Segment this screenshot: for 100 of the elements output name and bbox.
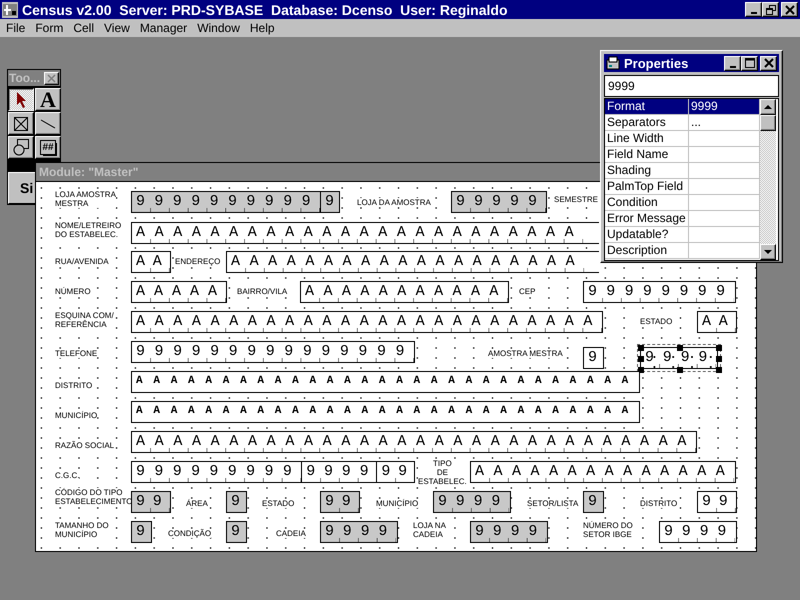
format-field[interactable]: AAAAAAAAAAAAAAAAAAAAAAAAAAAAAA <box>131 431 697 453</box>
minimize-icon <box>750 12 756 14</box>
text-tool[interactable]: A <box>35 88 61 111</box>
format-field[interactable]: 99999999 <box>583 281 736 303</box>
field-label: MUNICÍPIO <box>55 411 98 420</box>
close-icon <box>764 58 774 68</box>
format-field[interactable]: 9999 <box>659 521 737 543</box>
property-name[interactable]: Updatable? <box>605 227 689 243</box>
field-label: NÚMERO DO SETOR IBGE <box>583 521 633 539</box>
field-label: AMOSTRA MESTRA <box>488 349 563 358</box>
property-name[interactable]: Description <box>605 243 689 259</box>
field-label: DISTRITO <box>640 499 678 508</box>
field-label: RUA/AVENIDA <box>55 257 109 266</box>
minimize-button[interactable] <box>724 56 741 70</box>
format-field[interactable]: 9999 <box>433 491 511 513</box>
sizes-button[interactable]: Si <box>8 172 36 204</box>
format-field[interactable]: 9999 <box>470 521 548 543</box>
format-field[interactable]: 9 <box>226 491 247 513</box>
format-field[interactable]: AA <box>131 251 171 273</box>
field-label: CADEIA <box>276 529 306 538</box>
maximize-button[interactable] <box>741 56 758 70</box>
line-tool[interactable] <box>35 112 61 135</box>
selection-handle[interactable] <box>677 345 683 351</box>
property-value[interactable]: 9999 <box>689 99 760 115</box>
number-tool[interactable]: ## <box>35 136 61 159</box>
menu-item[interactable]: Cell <box>68 21 100 35</box>
format-field[interactable]: AAAAA <box>131 281 227 303</box>
window-title: Census v2.00 Server: PRD-SYBASE Database: Dcenso User: Reginaldo <box>22 2 508 18</box>
format-field[interactable]: AAAAAAAAAAAAAAAAAAAAAAAAAAAAA <box>131 401 640 423</box>
close-icon <box>784 4 794 14</box>
menu-item[interactable]: File <box>1 21 30 35</box>
format-field[interactable]: AAAAAAAAAAAAAAAAAAAAAAAAAAAAA <box>131 371 640 393</box>
field-label: ESTADO <box>640 317 672 326</box>
format-field[interactable]: 9 <box>583 347 604 369</box>
menu-item[interactable]: Help <box>244 21 280 35</box>
restore-button[interactable] <box>762 2 779 17</box>
format-field[interactable]: AAAAAAAAAAAAAAAAAAAAAAAA <box>131 222 599 244</box>
field-label: NOME/LETREIRO DO ESTABELEC. <box>55 221 122 239</box>
menu-item[interactable]: View <box>99 21 135 35</box>
scroll-thumb[interactable] <box>760 115 776 131</box>
close-button[interactable] <box>781 2 798 17</box>
menu-item[interactable]: Form <box>30 21 68 35</box>
field-label: SETOR/LISTA <box>527 499 578 508</box>
format-field[interactable]: AAAAAAAAAAAAAAAAAAAAAAAAA <box>131 311 603 333</box>
close-button[interactable] <box>44 72 59 84</box>
value-field[interactable]: 9999 <box>604 75 779 97</box>
property-name[interactable]: Shading <box>605 163 689 179</box>
field-label: DISTRITO <box>55 381 92 390</box>
field-label: TELEFONE <box>55 349 98 358</box>
field-label: ÁREA <box>186 499 208 508</box>
property-name[interactable]: PalmTop Field <box>605 179 689 195</box>
field-label: LOJA NA CADEIA <box>413 521 446 539</box>
property-name[interactable]: Line Width <box>605 131 689 147</box>
format-field[interactable]: 999999999999999 <box>131 341 415 363</box>
scroll-down-button[interactable] <box>760 244 776 260</box>
frame-tool[interactable] <box>8 112 34 135</box>
menu-item[interactable]: Window <box>192 21 245 35</box>
field-label: LOJA AMOSTRA MESTRA <box>55 190 116 208</box>
property-name[interactable]: Format <box>605 99 689 115</box>
format-field[interactable]: 99999 <box>451 191 547 213</box>
shapes-tool[interactable] <box>8 136 34 159</box>
menu-item[interactable]: Manager <box>134 21 192 35</box>
format-field[interactable]: 9 <box>226 521 247 543</box>
field-label: TAMANHO DO MUNICÍPIO <box>55 521 109 539</box>
shapes-icon <box>13 139 29 156</box>
field-label: CEP <box>519 287 536 296</box>
format-field[interactable]: AAAAAAAAAAA <box>300 281 509 303</box>
minimize-icon <box>730 66 736 68</box>
up-arrow-icon <box>764 104 772 110</box>
selection-handle[interactable] <box>677 367 683 373</box>
format-field[interactable]: 9 <box>131 521 152 543</box>
format-field[interactable]: 99 <box>131 491 171 513</box>
field-label: NÚMERO <box>55 287 91 296</box>
format-field[interactable]: 9999999999 9 <box>131 191 340 213</box>
format-field[interactable]: AAAAAAAAAAAAAAAAAAA <box>226 251 599 273</box>
app-icon[interactable] <box>2 2 18 18</box>
field-label: MUNICÍPIO <box>376 499 418 508</box>
minimize-button[interactable] <box>745 2 762 17</box>
maximize-icon <box>744 58 754 68</box>
property-name[interactable]: Separators <box>605 115 689 131</box>
field-label: C.G.C. <box>55 471 80 480</box>
format-field[interactable]: AAAAAAAAAAAAAA <box>470 461 736 483</box>
format-field[interactable]: 9999 <box>640 347 718 369</box>
property-name[interactable]: Condition <box>605 195 689 211</box>
field-label: ESQUINA COM/ REFERÊNCIA <box>55 311 114 329</box>
property-name[interactable]: Error Message <box>605 211 689 227</box>
field-label: ENDEREÇO <box>175 257 220 266</box>
format-field[interactable]: 9 <box>583 491 604 513</box>
property-name[interactable]: Field Name <box>605 147 689 163</box>
scroll-up-button[interactable] <box>760 99 776 115</box>
palette-title: Too... <box>9 71 40 85</box>
pointer-tool[interactable] <box>8 88 34 111</box>
close-button[interactable] <box>760 56 777 70</box>
format-field[interactable]: AA <box>697 311 737 333</box>
field-label: CÓDIGO DO TIPO ESTABELECIMENTO <box>55 488 132 506</box>
close-icon <box>47 74 56 82</box>
format-field[interactable]: 999999999 9999 99 <box>131 461 415 483</box>
format-field[interactable]: 99 <box>320 491 360 513</box>
format-field[interactable]: 99 <box>697 491 737 513</box>
format-field[interactable]: 9999 <box>320 521 398 543</box>
